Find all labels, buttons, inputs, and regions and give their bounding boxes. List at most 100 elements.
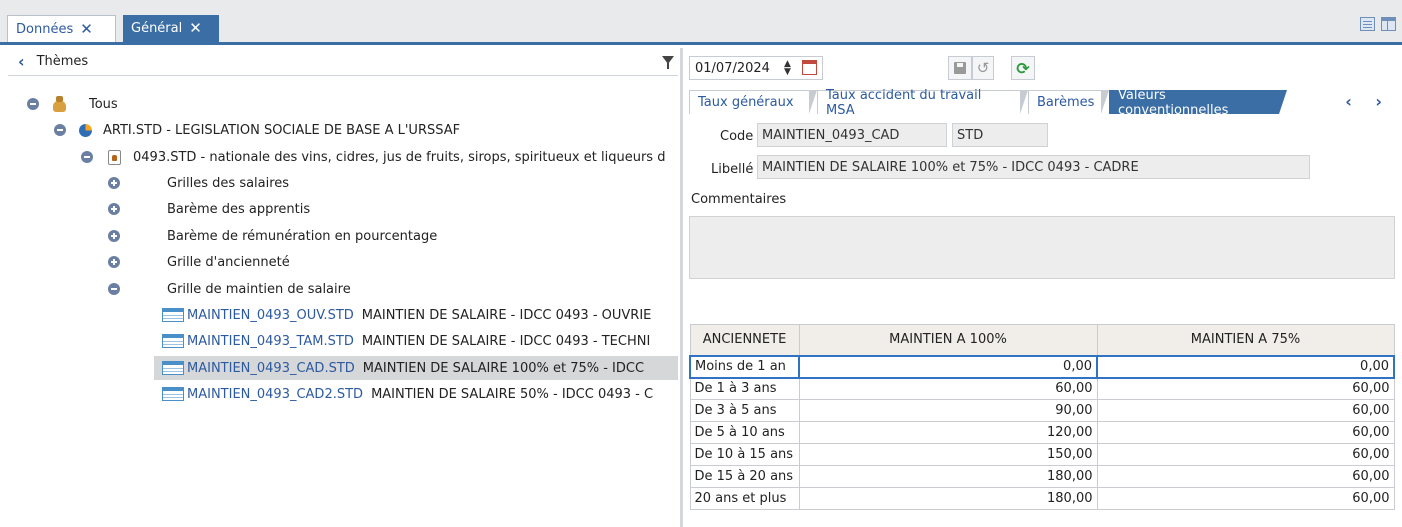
close-icon[interactable]: ✕ [189,21,202,36]
code-value: MAINTIEN_0493_CAD [762,127,900,143]
money-bag-icon [52,96,66,112]
code-suffix-field[interactable]: STD [952,123,1048,147]
leaf-description: MAINTIEN DE SALAIRE 50% - IDCC 0493 - C [371,386,654,402]
table-cell[interactable]: 60,00 [1096,377,1395,400]
table-cell[interactable]: 180,00 [798,487,1098,510]
tab-taux-accident-msa[interactable]: Taux accident du travail MSA [817,88,1028,118]
comments-label: Commentaires [691,192,787,207]
collapse-panel-icon[interactable]: ‹ [18,52,25,71]
collapse-icon[interactable] [108,283,120,295]
leaf-code: MAINTIEN_0493_CAD.STD [187,360,355,376]
tab-general[interactable]: Général ✕ [123,15,219,42]
libelle-label: Libellé [711,162,754,177]
table-cell[interactable]: 90,00 [798,399,1098,422]
column-header[interactable]: ANCIENNETE [689,324,800,356]
table-cell[interactable]: 60,00 [1096,443,1395,466]
table-cell[interactable]: Moins de 1 an [689,354,800,379]
collapse-icon[interactable] [81,151,93,163]
table-row[interactable]: 20 ans et plus 180,00 60,00 [689,487,1395,510]
tree-node-grille-maintien[interactable]: Grille de maintien de salaire [108,277,351,301]
table-cell[interactable]: 60,00 [1096,399,1395,422]
table-row[interactable]: De 10 à 15 ans 150,00 60,00 [689,443,1395,466]
table-cell[interactable]: 0,00 [798,354,1098,379]
filter-icon[interactable] [662,56,674,69]
collapse-icon[interactable] [54,124,66,136]
table-cell[interactable]: De 3 à 5 ans [689,399,800,422]
save-icon [954,62,966,74]
table-cell[interactable]: 60,00 [1096,487,1395,510]
table-cell[interactable]: De 15 à 20 ans [689,465,800,488]
comments-textarea[interactable] [689,216,1395,279]
save-button[interactable] [948,56,972,80]
tree-node-grille-anciennete[interactable]: Grille d'ancienneté [108,250,290,274]
tree-node-bareme-remuneration[interactable]: Barème de rémunération en pourcentage [108,224,437,248]
top-tab-bar: Données ✕ Général ✕ [0,0,1402,45]
collapse-icon[interactable] [27,98,39,110]
themes-panel: ‹ Thèmes Tous ARTI.STD - LEGISLATION SOC… [8,48,678,527]
tree-leaf-maintien-cad[interactable]: MAINTIEN_0493_CAD.STD MAINTIEN DE SALAIR… [154,356,678,380]
tab-label: Valeurs conventionnelles [1118,87,1229,118]
tree-node-arti[interactable]: ARTI.STD - LEGISLATION SOCIALE DE BASE A… [54,118,460,142]
table-row[interactable]: De 5 à 10 ans 120,00 60,00 [689,421,1395,444]
table-row[interactable]: De 15 à 20 ans 180,00 60,00 [689,465,1395,488]
table-cell[interactable]: 60,00 [798,377,1098,400]
detail-panel: 01/07/2024 ▲ ▼ ↺ ⟳ Taux généraux Taux acc… [686,48,1402,527]
tree-node-grilles-salaires[interactable]: Grilles des salaires [108,171,289,195]
document-icon [108,149,121,165]
table-cell[interactable]: 120,00 [798,421,1098,444]
tree-node-bareme-apprentis[interactable]: Barème des apprentis [108,197,310,221]
code-label: Code [720,129,754,144]
table-cell[interactable]: 20 ans et plus [689,487,800,510]
table-icon [162,387,184,401]
expand-icon[interactable] [108,230,120,242]
close-icon[interactable]: ✕ [80,21,93,37]
themes-header: ‹ Thèmes [8,48,678,76]
tree-node-tous[interactable]: Tous [27,92,118,116]
table-cell[interactable]: De 10 à 15 ans [689,443,800,466]
table-cell[interactable]: 60,00 [1096,421,1395,444]
table-icon [162,334,184,348]
table-row[interactable]: De 3 à 5 ans 90,00 60,00 [689,399,1395,422]
code-field[interactable]: MAINTIEN_0493_CAD [757,123,947,147]
leaf-description: MAINTIEN DE SALAIRE - IDCC 0493 - OUVRIE [361,307,652,323]
expand-icon[interactable] [108,177,120,189]
pie-chart-icon [79,123,92,137]
tree-leaf-maintien-ouv[interactable]: MAINTIEN_0493_OUV.STD MAINTIEN DE SALAIR… [162,303,678,327]
refresh-button[interactable]: ⟳ [1011,56,1035,80]
expand-icon[interactable] [108,256,120,268]
calendar-icon[interactable] [802,60,817,75]
tab-baremes[interactable]: Barèmes [1028,90,1109,114]
tab-label: Barèmes [1037,95,1095,110]
tab-donnees[interactable]: Données ✕ [7,15,116,42]
table-row[interactable]: Moins de 1 an 0,00 0,00 [689,354,1395,379]
detail-tabs: Taux généraux Taux accident du travail M… [689,88,1399,118]
date-spinner-icon[interactable]: ▲ ▼ [784,60,791,77]
tree-leaf-maintien-cad2[interactable]: MAINTIEN_0493_CAD2.STD MAINTIEN DE SALAI… [162,382,678,406]
tab-valeurs-conventionnelles[interactable]: Valeurs conventionnelles [1109,88,1287,118]
table-cell[interactable]: 0,00 [1096,354,1395,379]
libelle-field[interactable]: MAINTIEN DE SALAIRE 100% et 75% - IDCC 0… [757,155,1310,179]
tree-leaf-maintien-tam[interactable]: MAINTIEN_0493_TAM.STD MAINTIEN DE SALAIR… [162,329,678,353]
tree-node-label: Barème des apprentis [167,201,311,217]
panel-splitter[interactable] [680,48,683,527]
list-layout-icon[interactable] [1360,17,1375,31]
column-header[interactable]: MAINTIEN A 100% [798,324,1098,356]
split-layout-icon[interactable] [1381,17,1396,31]
table-cell[interactable]: De 5 à 10 ans [689,421,800,444]
date-field[interactable]: 01/07/2024 ▲ ▼ [689,56,823,80]
tab-donnees-label: Données [16,21,74,37]
table-cell[interactable]: 180,00 [798,465,1098,488]
table-cell[interactable]: 150,00 [798,443,1098,466]
tree-node-0493[interactable]: 0493.STD - nationale des vins, cidres, j… [81,145,678,169]
undo-button[interactable]: ↺ [972,56,994,80]
table-cell[interactable]: 60,00 [1096,465,1395,488]
expand-icon[interactable] [108,203,120,215]
table-icon [162,308,184,322]
column-header[interactable]: MAINTIEN A 75% [1096,324,1395,356]
tab-general-label: Général [131,21,183,36]
leaf-description: MAINTIEN DE SALAIRE 100% et 75% - IDCC [362,360,645,376]
tab-scroll-arrows-icon[interactable]: ‹ › [1345,92,1391,111]
tab-taux-generaux[interactable]: Taux généraux [689,90,817,114]
table-row[interactable]: De 1 à 3 ans 60,00 60,00 [689,377,1395,400]
table-cell[interactable]: De 1 à 3 ans [689,377,800,400]
